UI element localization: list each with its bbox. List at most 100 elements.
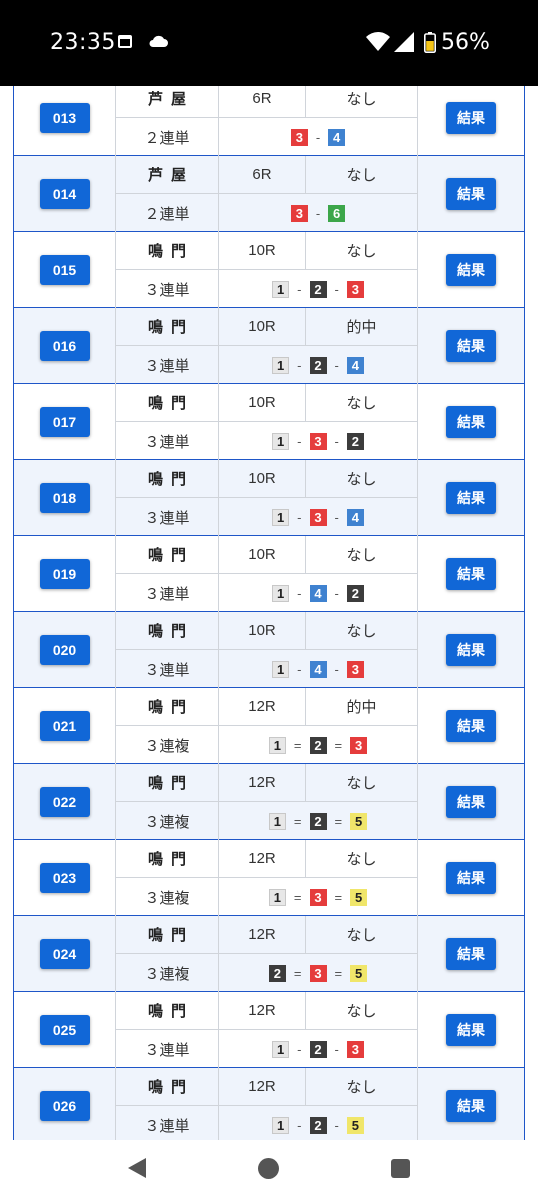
combo-separator: - xyxy=(297,357,302,373)
result-button-cell: 結果 xyxy=(418,916,524,992)
boat-number: 5 xyxy=(350,812,368,830)
table-row: 023 鳴門 12R なし ３連複 1 = 3 = 5 結果 xyxy=(14,840,524,916)
venue: 鳴門 xyxy=(116,1068,219,1106)
combo-separator: - xyxy=(297,281,302,297)
boat-number: 2 xyxy=(309,736,327,754)
race-number: 10R xyxy=(219,536,306,574)
bet-id-button[interactable]: 014 xyxy=(39,179,90,209)
boat-number: 4 xyxy=(309,584,327,602)
combo-separator: = xyxy=(334,965,343,981)
result-button[interactable]: 結果 xyxy=(446,862,496,894)
back-icon[interactable] xyxy=(128,1158,146,1178)
venue: 芦屋 xyxy=(116,86,219,118)
hit-status: なし xyxy=(306,460,418,498)
combination: 1-2-4 xyxy=(219,346,418,384)
cloud-icon xyxy=(149,35,168,47)
hit-status: なし xyxy=(306,612,418,650)
boat-number: 4 xyxy=(346,508,364,526)
bet-id-button[interactable]: 023 xyxy=(39,863,90,893)
combination: 1 = 2 = 5 xyxy=(219,802,418,840)
bet-type: ３連単 xyxy=(116,270,219,308)
result-button[interactable]: 結果 xyxy=(446,558,496,590)
boat-number: 6 xyxy=(328,204,346,222)
bet-id-button[interactable]: 013 xyxy=(39,103,90,133)
bet-id-cell: 025 xyxy=(14,992,116,1068)
result-button-cell: 結果 xyxy=(418,156,524,232)
result-button[interactable]: 結果 xyxy=(446,178,496,210)
boat-number: 3 xyxy=(309,964,327,982)
combo-separator: = xyxy=(334,889,343,905)
home-icon[interactable] xyxy=(258,1158,279,1179)
result-button[interactable]: 結果 xyxy=(446,786,496,818)
boat-number: 1 xyxy=(272,660,290,678)
bet-id-button[interactable]: 024 xyxy=(39,939,90,969)
boat-number: 3 xyxy=(309,432,327,450)
combo-separator: = xyxy=(293,813,302,829)
hit-status: なし xyxy=(306,840,418,878)
bet-id-cell: 015 xyxy=(14,232,116,308)
bet-type: ３連単 xyxy=(116,422,219,460)
combo-separator: - xyxy=(334,509,339,525)
bet-id-button[interactable]: 017 xyxy=(39,407,90,437)
boat-number: 5 xyxy=(346,1116,364,1134)
calendar-icon xyxy=(118,35,132,48)
bet-id-button[interactable]: 026 xyxy=(39,1091,90,1121)
bet-type: ３連複 xyxy=(116,954,219,992)
boat-number: 2 xyxy=(309,812,327,830)
venue: 鳴門 xyxy=(116,384,219,422)
result-button[interactable]: 結果 xyxy=(446,102,496,134)
bet-id-cell: 013 xyxy=(14,86,116,156)
boat-number: 3 xyxy=(290,128,308,146)
hit-status: なし xyxy=(306,86,418,118)
result-button[interactable]: 結果 xyxy=(446,1090,496,1122)
combo-separator: = xyxy=(293,737,302,753)
bet-id-button[interactable]: 018 xyxy=(39,483,90,513)
combination: 3-6 xyxy=(219,194,418,232)
boat-number: 4 xyxy=(309,660,327,678)
result-button-cell: 結果 xyxy=(418,232,524,308)
boat-number: 1 xyxy=(272,508,290,526)
result-button-cell: 結果 xyxy=(418,536,524,612)
bet-id-button[interactable]: 016 xyxy=(39,331,90,361)
result-button[interactable]: 結果 xyxy=(446,710,496,742)
boat-number: 2 xyxy=(309,1116,327,1134)
bet-history-table[interactable]: 013 芦屋 6R なし ２連単 3-4 結果 014 芦屋 6R なし ２連単 3-6 結果 015 鳴門 1… xyxy=(13,86,525,1140)
combination: 1-2-5 xyxy=(219,1106,418,1140)
combo-separator: - xyxy=(334,433,339,449)
bet-id-button[interactable]: 022 xyxy=(39,787,90,817)
bet-id-button[interactable]: 021 xyxy=(39,711,90,741)
result-button[interactable]: 結果 xyxy=(446,406,496,438)
table-row: 018 鳴門 10R なし ３連単 1-3-4 結果 xyxy=(14,460,524,536)
result-button[interactable]: 結果 xyxy=(446,938,496,970)
result-button[interactable]: 結果 xyxy=(446,482,496,514)
bet-id-cell: 022 xyxy=(14,764,116,840)
race-number: 10R xyxy=(219,460,306,498)
result-button[interactable]: 結果 xyxy=(446,330,496,362)
boat-number: 3 xyxy=(350,736,368,754)
boat-number: 2 xyxy=(346,432,364,450)
bet-id-button[interactable]: 019 xyxy=(39,559,90,589)
combination: 1 = 3 = 5 xyxy=(219,878,418,916)
venue: 鳴門 xyxy=(116,688,219,726)
bet-id-button[interactable]: 020 xyxy=(39,635,90,665)
combo-separator: - xyxy=(297,433,302,449)
result-button[interactable]: 結果 xyxy=(446,254,496,286)
boat-number: 3 xyxy=(346,280,364,298)
bet-id-button[interactable]: 015 xyxy=(39,255,90,285)
race-number: 12R xyxy=(219,992,306,1030)
result-button[interactable]: 結果 xyxy=(446,634,496,666)
table-row: 021 鳴門 12R 的中 ３連複 1 = 2 = 3 結果 xyxy=(14,688,524,764)
combo-separator: = xyxy=(293,889,302,905)
race-number: 12R xyxy=(219,840,306,878)
venue: 鳴門 xyxy=(116,840,219,878)
combo-separator: - xyxy=(297,1117,302,1133)
bet-type: ３連単 xyxy=(116,1106,219,1140)
combo-separator: - xyxy=(297,509,302,525)
combination: 1-2-3 xyxy=(219,1030,418,1068)
boat-number: 3 xyxy=(346,660,364,678)
bet-id-button[interactable]: 025 xyxy=(39,1015,90,1045)
boat-number: 2 xyxy=(309,280,327,298)
recent-apps-icon[interactable] xyxy=(391,1159,410,1178)
result-button[interactable]: 結果 xyxy=(446,1014,496,1046)
hit-status: なし xyxy=(306,1068,418,1106)
